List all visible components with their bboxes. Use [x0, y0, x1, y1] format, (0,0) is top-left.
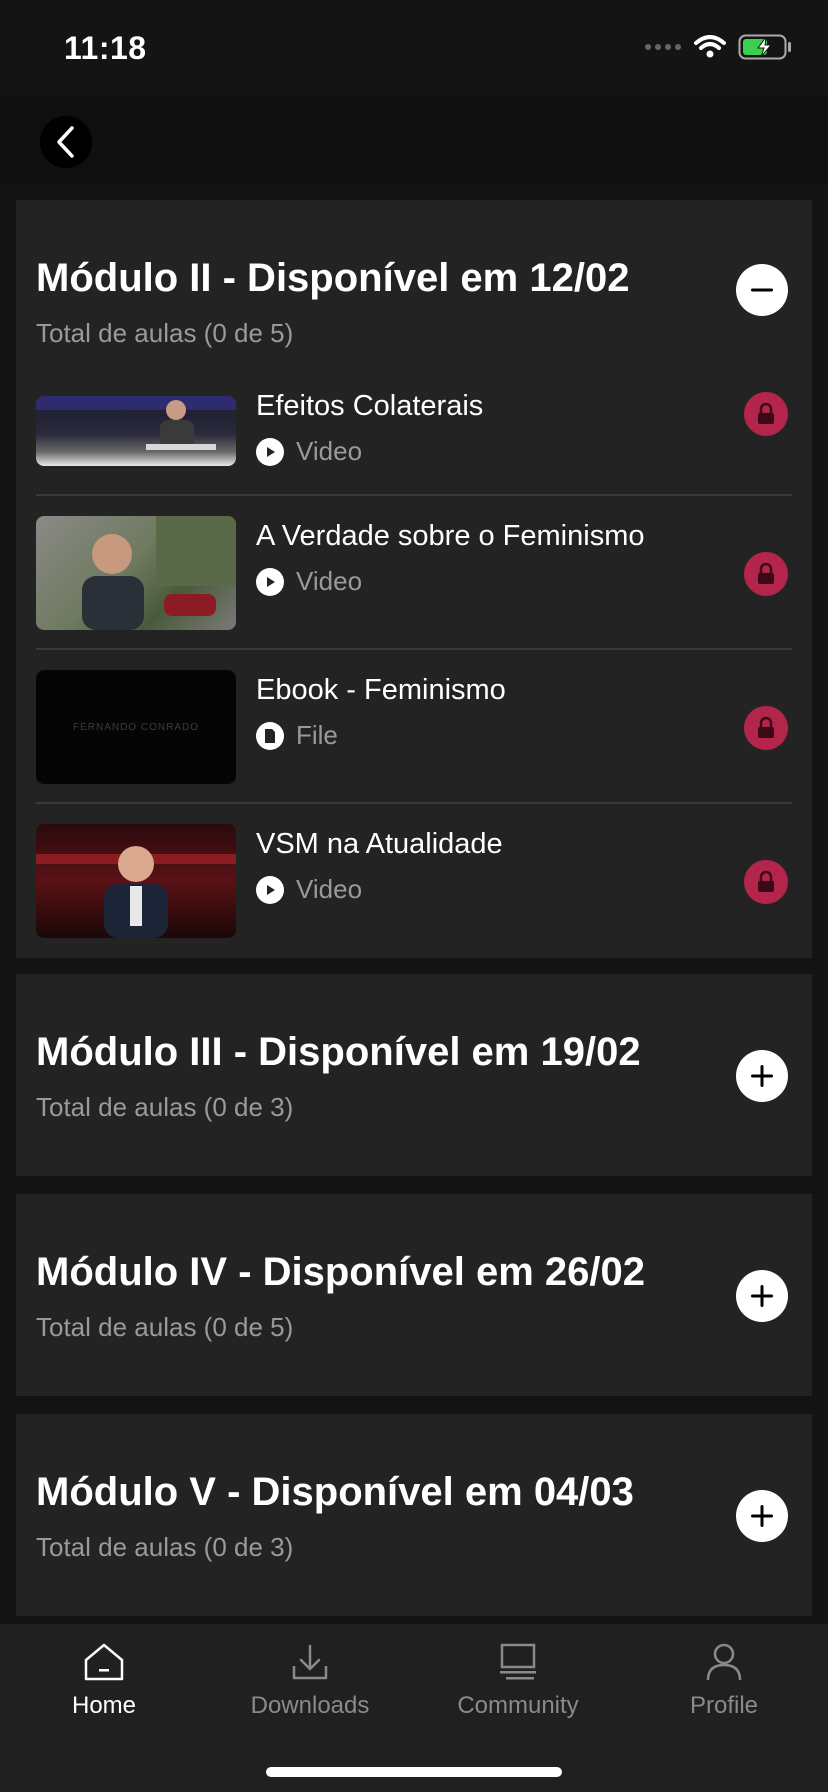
lesson-thumbnail [36, 396, 236, 466]
module-lesson-count: Total de aulas (0 de 5) [36, 318, 294, 348]
lock-icon [744, 552, 788, 596]
lesson-thumbnail [36, 824, 236, 938]
community-icon [500, 1643, 536, 1680]
status-icons [644, 34, 792, 60]
lesson-thumbnail: FERNANDO CONRADO [36, 670, 236, 784]
lesson-title: Efeitos Colaterais [256, 390, 484, 422]
collapse-module-button[interactable] [736, 264, 788, 316]
tab-label: Home [71, 1692, 137, 1719]
module-list[interactable]: Módulo II - Disponível em 12/02 Total de… [0, 184, 828, 1624]
plus-icon [751, 1065, 773, 1087]
lesson-title: Ebook - Feminismo [256, 674, 506, 706]
tab-community[interactable]: Community [428, 1642, 608, 1720]
tab-downloads[interactable]: Downloads [220, 1642, 400, 1720]
expand-module-button[interactable] [736, 1490, 788, 1542]
tab-label: Community [457, 1692, 579, 1719]
expand-module-button[interactable] [736, 1270, 788, 1322]
lesson-type-label: Video [296, 436, 363, 466]
module-card: Módulo II - Disponível em 12/02 Total de… [16, 200, 812, 958]
module-title: Módulo IV - Disponível em 26/02 [36, 1250, 646, 1294]
chevron-left-icon [57, 126, 74, 158]
lesson-title: VSM na Atualidade [256, 828, 503, 860]
play-icon [256, 437, 284, 466]
module-lesson-count: Total de aulas (0 de 3) [36, 1532, 294, 1562]
header [0, 96, 828, 184]
battery-icon [738, 34, 791, 60]
module-title: Módulo III - Disponível em 19/02 [36, 1030, 641, 1074]
signal-icon [645, 44, 681, 50]
tab-label: Profile [689, 1692, 759, 1719]
module-lesson-count: Total de aulas (0 de 3) [36, 1092, 294, 1122]
status-time: 11:18 [64, 30, 147, 66]
lesson-type-label: Video [296, 874, 363, 904]
tab-profile[interactable]: Profile [634, 1642, 814, 1720]
module-title: Módulo V - Disponível em 04/03 [36, 1470, 634, 1514]
lesson-title: A Verdade sobre o Feminismo [256, 520, 645, 552]
lesson-thumbnail [36, 516, 236, 630]
module-lesson-count: Total de aulas (0 de 5) [36, 1312, 294, 1342]
lesson-type: Video [256, 874, 362, 905]
divider [36, 802, 792, 804]
profile-icon [706, 1643, 742, 1681]
plus-icon [751, 1285, 773, 1307]
play-icon [256, 875, 284, 904]
module-title: Módulo II - Disponível em 12/02 [36, 256, 630, 300]
lesson-type-label: Video [296, 566, 363, 596]
status-bar: 11:18 [0, 0, 828, 96]
plus-icon [751, 1505, 773, 1527]
download-icon [292, 1644, 328, 1680]
minus-icon [751, 288, 773, 292]
lock-icon [744, 860, 788, 904]
lesson-type-label: File [296, 720, 338, 750]
play-icon [256, 567, 284, 596]
tab-label: Downloads [250, 1692, 370, 1719]
module-card[interactable]: Módulo III - Disponível em 19/02 Total d… [16, 974, 812, 1176]
expand-module-button[interactable] [736, 1050, 788, 1102]
module-card[interactable]: Módulo IV - Disponível em 26/02 Total de… [16, 1194, 812, 1396]
lock-icon [744, 392, 788, 436]
thumbnail-text: FERNANDO CONRADO [72, 721, 199, 733]
lock-icon [744, 706, 788, 750]
lesson-item[interactable]: FERNANDO CONRADO Ebook - Feminismo File [36, 670, 792, 784]
home-indicator [266, 1767, 562, 1777]
lesson-type: Video [256, 566, 362, 597]
lesson-item[interactable]: A Verdade sobre o Feminismo Video [36, 516, 792, 630]
lesson-item[interactable]: VSM na Atualidade Video [36, 824, 792, 938]
lesson-type: File [256, 720, 338, 751]
divider [36, 648, 792, 650]
home-icon [84, 1643, 124, 1681]
wifi-icon [694, 35, 726, 58]
back-button[interactable] [40, 116, 92, 168]
module-card[interactable]: Módulo V - Disponível em 04/03 Total de … [16, 1414, 812, 1616]
app-root: 11:18 Módulo II - Disponível em 12/02 To… [0, 0, 828, 1792]
lesson-item[interactable]: Efeitos Colaterais Video [36, 390, 792, 468]
lesson-type: Video [256, 436, 362, 467]
tab-home[interactable]: Home [14, 1642, 194, 1720]
file-icon [256, 721, 284, 750]
divider [36, 494, 792, 496]
